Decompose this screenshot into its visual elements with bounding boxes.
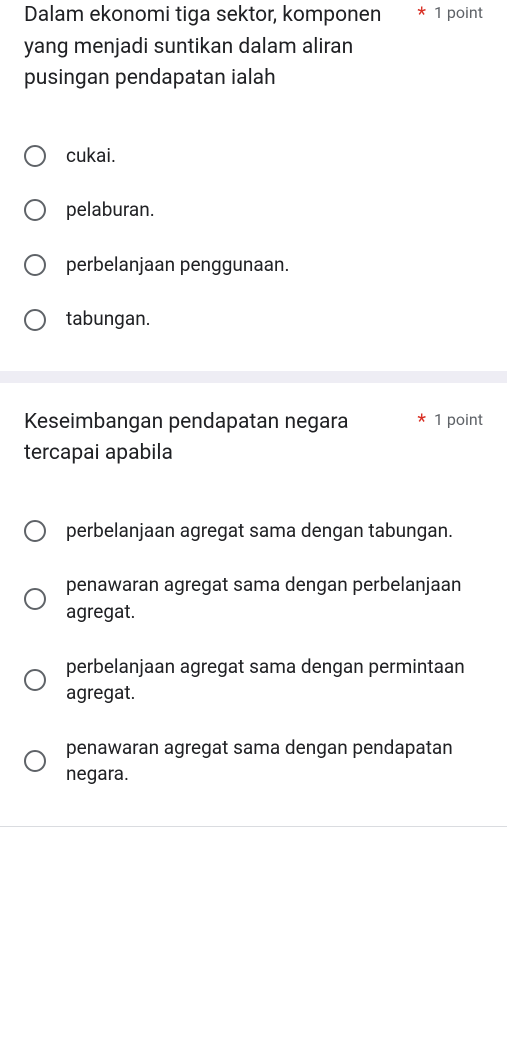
radio-option[interactable]: tabungan. <box>24 292 483 347</box>
radio-icon <box>24 588 46 610</box>
option-label: tabungan. <box>66 306 151 333</box>
option-label: perbelanjaan agregat sama dengan permint… <box>66 654 483 707</box>
options-group: cukai. pelaburan. perbelanjaan penggunaa… <box>24 129 483 347</box>
question-header: Dalam ekonomi tiga sektor, komponen yang… <box>24 0 483 95</box>
radio-icon <box>24 199 46 221</box>
question-card: Keseimbangan pendapatan negara tercapai … <box>0 371 507 826</box>
radio-option[interactable]: perbelanjaan agregat sama dengan permint… <box>24 640 483 721</box>
question-text-content: Keseimbangan pendapatan negara tercapai … <box>24 410 349 466</box>
radio-option[interactable]: pelaburan. <box>24 183 483 238</box>
radio-option[interactable]: penawaran agregat sama dengan perbelanja… <box>24 558 483 639</box>
question-text-content: Dalam ekonomi tiga sektor, komponen yang… <box>24 3 381 90</box>
option-label: penawaran agregat sama dengan pendapatan… <box>66 735 483 788</box>
question-card: Dalam ekonomi tiga sektor, komponen yang… <box>0 0 507 371</box>
option-label: perbelanjaan penggunaan. <box>66 252 290 279</box>
radio-icon <box>24 520 46 542</box>
points-label: 1 point <box>434 407 483 433</box>
points-label: 1 point <box>434 0 483 26</box>
radio-option[interactable]: cukai. <box>24 129 483 184</box>
radio-option[interactable]: perbelanjaan agregat sama dengan tabunga… <box>24 504 483 559</box>
option-label: perbelanjaan agregat sama dengan tabunga… <box>66 518 453 545</box>
divider <box>0 826 507 827</box>
options-group: perbelanjaan agregat sama dengan tabunga… <box>24 504 483 802</box>
radio-icon <box>24 309 46 331</box>
question-header: Keseimbangan pendapatan negara tercapai … <box>24 407 483 470</box>
radio-icon <box>24 145 46 167</box>
radio-icon <box>24 750 46 772</box>
radio-icon <box>24 669 46 691</box>
radio-option[interactable]: perbelanjaan penggunaan. <box>24 238 483 293</box>
option-label: cukai. <box>66 143 116 170</box>
option-label: penawaran agregat sama dengan perbelanja… <box>66 572 483 625</box>
required-star: * <box>417 0 426 28</box>
option-label: pelaburan. <box>66 197 155 224</box>
radio-option[interactable]: penawaran agregat sama dengan pendapatan… <box>24 721 483 802</box>
question-text: Dalam ekonomi tiga sektor, komponen yang… <box>24 0 403 95</box>
question-text: Keseimbangan pendapatan negara tercapai … <box>24 407 403 470</box>
radio-icon <box>24 254 46 276</box>
required-star: * <box>417 407 426 435</box>
